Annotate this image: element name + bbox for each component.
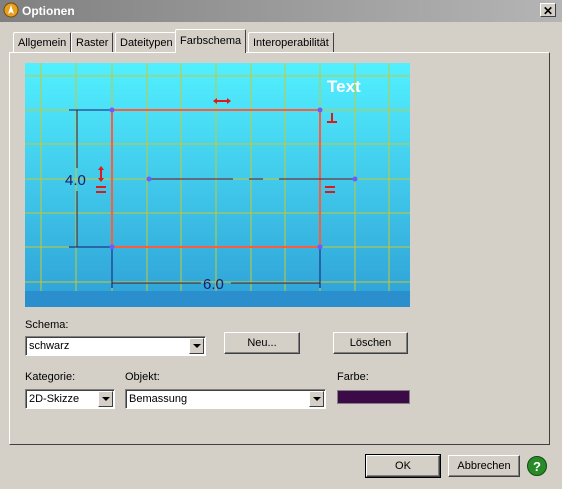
window-title: Optionen: [22, 4, 75, 18]
title-bar: Optionen ✕: [0, 0, 562, 22]
help-icon[interactable]: ?: [527, 456, 547, 476]
tab-dateitypen[interactable]: Dateitypen: [115, 32, 178, 52]
close-button[interactable]: ✕: [540, 3, 556, 18]
tab-allgemein[interactable]: Allgemein: [13, 32, 72, 52]
app-icon: [3, 2, 19, 18]
tab-panel: [9, 52, 550, 445]
ok-button[interactable]: OK: [365, 454, 441, 478]
tab-raster[interactable]: Raster: [71, 32, 114, 52]
tab-farbschema[interactable]: Farbschema: [175, 29, 247, 53]
tab-interoperabilitaet[interactable]: Interoperabilität: [248, 32, 334, 52]
cancel-button[interactable]: Abbrechen: [448, 455, 520, 477]
